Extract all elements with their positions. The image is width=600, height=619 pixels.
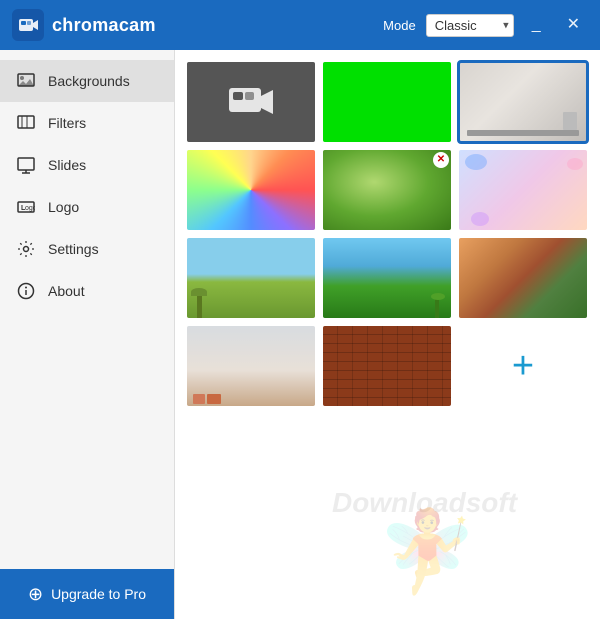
upgrade-label: Upgrade to Pro	[51, 586, 146, 602]
backgrounds-icon	[16, 71, 36, 91]
delete-badge[interactable]: ✕	[433, 152, 449, 168]
app-name: chromacam	[52, 15, 156, 36]
logo-area: chromacam	[12, 9, 383, 41]
thumb-brick-wall[interactable]	[323, 326, 451, 406]
sidebar: Backgrounds Filters	[0, 50, 175, 619]
app-header: chromacam Mode Classic Standard Advanced…	[0, 0, 600, 50]
thumb-palm-scene2[interactable]	[323, 238, 451, 318]
slides-label: Slides	[48, 157, 86, 173]
thumb-modern-room[interactable]	[187, 326, 315, 406]
about-icon	[16, 281, 36, 301]
slides-icon	[16, 155, 36, 175]
thumb-bokeh[interactable]	[459, 150, 587, 230]
watermark: Downloadsoft	[332, 487, 517, 519]
main-area: Backgrounds Filters	[0, 50, 600, 619]
filters-icon	[16, 113, 36, 133]
sidebar-item-about[interactable]: About	[0, 270, 174, 312]
sidebar-item-filters[interactable]: Filters	[0, 102, 174, 144]
sidebar-item-slides[interactable]: Slides	[0, 144, 174, 186]
thumbnail-grid: ✕	[187, 62, 587, 406]
settings-label: Settings	[48, 241, 99, 257]
thumb-palm-scene1[interactable]	[187, 238, 315, 318]
thumb-green-blur[interactable]: ✕	[323, 150, 451, 230]
filters-label: Filters	[48, 115, 86, 131]
window-controls: Mode Classic Standard Advanced _ ✕	[383, 13, 588, 37]
thumb-tropical[interactable]	[459, 238, 587, 318]
sidebar-item-logo[interactable]: L ogo Logo	[0, 186, 174, 228]
settings-icon	[16, 239, 36, 259]
minimize-button[interactable]: _	[524, 13, 549, 37]
svg-text:ogo: ogo	[25, 205, 35, 212]
content-area: ✕	[175, 50, 600, 619]
app-logo-icon	[12, 9, 44, 41]
sidebar-item-backgrounds[interactable]: Backgrounds	[0, 60, 174, 102]
upgrade-button[interactable]: ⊕ Upgrade to Pro	[0, 569, 174, 619]
sidebar-item-settings[interactable]: Settings	[0, 228, 174, 270]
thumb-sunburst[interactable]	[187, 150, 315, 230]
thumb-chromacam[interactable]	[187, 62, 315, 142]
sidebar-nav: Backgrounds Filters	[0, 50, 174, 569]
mode-select[interactable]: Classic Standard Advanced	[426, 14, 514, 37]
backgrounds-label: Backgrounds	[48, 73, 130, 89]
logo-icon-nav: L ogo	[16, 197, 36, 217]
add-background-button[interactable]: +	[459, 326, 587, 406]
mode-selector-wrap[interactable]: Classic Standard Advanced	[426, 14, 514, 37]
logo-label: Logo	[48, 199, 79, 215]
upgrade-icon: ⊕	[28, 584, 43, 605]
about-label: About	[48, 283, 85, 299]
mode-label: Mode	[383, 18, 416, 33]
add-icon: +	[512, 347, 534, 385]
mascot-decoration: 🧚	[378, 505, 478, 599]
close-button[interactable]: ✕	[559, 13, 588, 37]
thumb-green-screen[interactable]	[323, 62, 451, 142]
thumb-office[interactable]	[459, 62, 587, 142]
